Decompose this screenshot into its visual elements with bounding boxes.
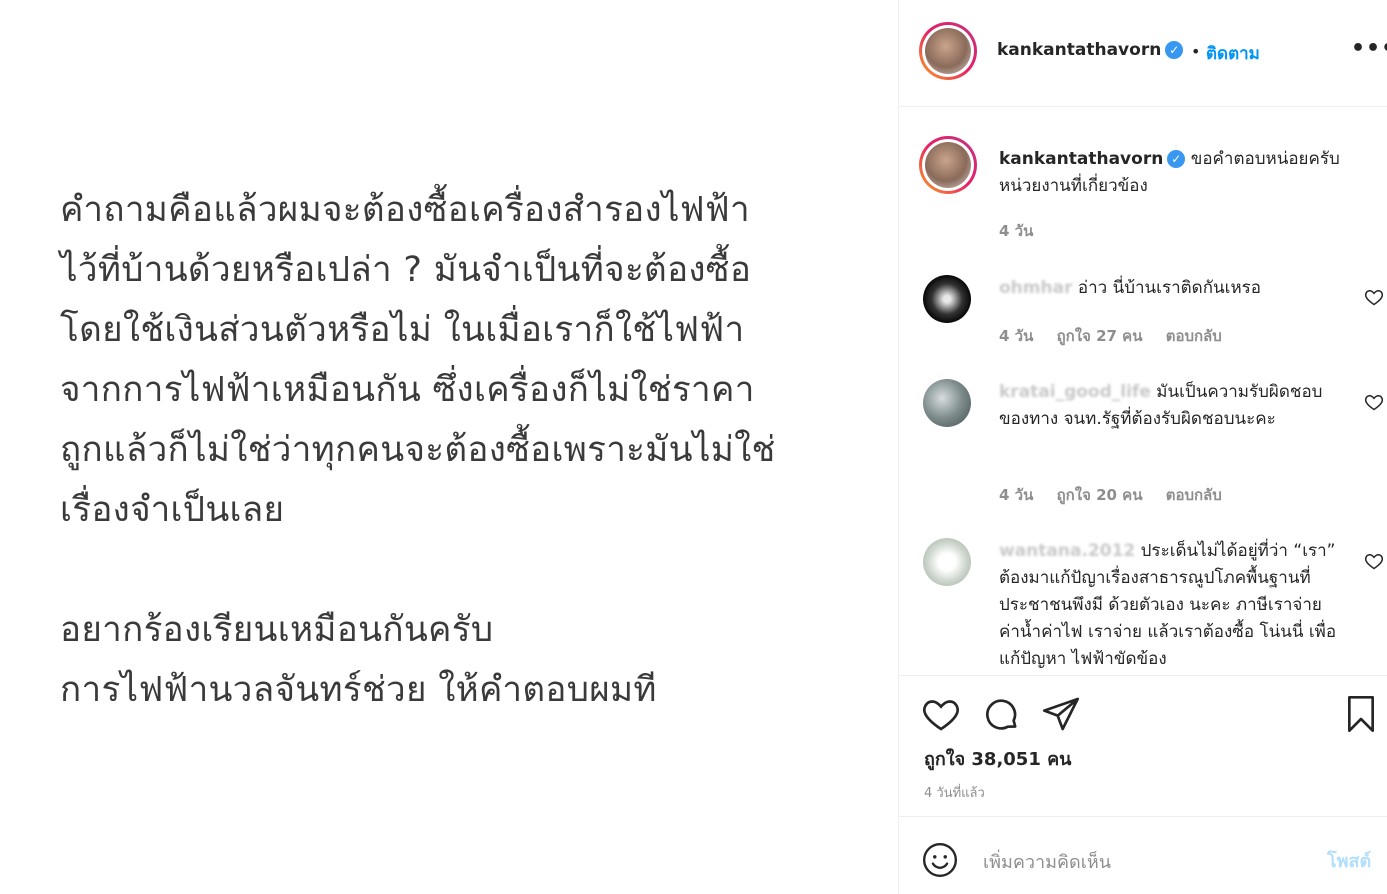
comment-avatar[interactable]: [923, 275, 971, 323]
comment-input[interactable]: เพิ่มความคิดเห็น: [983, 847, 1111, 876]
share-icon[interactable]: [1041, 694, 1081, 734]
comment-text: อ่าว นี่บ้านเราติดกันเหรอ: [1077, 278, 1261, 298]
comment: kratai_good_life มันเป็นความรับผิดชอบ ขอ…: [999, 379, 1344, 433]
like-comment-icon[interactable]: [1364, 287, 1384, 307]
post-timestamp[interactable]: 4 วันที่แล้ว: [924, 782, 985, 803]
reply-button[interactable]: ตอบกลับ: [1166, 486, 1222, 504]
post-line: โดยใช้เงินส่วนตัวหรือไม่ ในเมื่อเราก็ใช้…: [60, 310, 745, 350]
more-icon[interactable]: •••: [1351, 36, 1387, 61]
like-icon[interactable]: [921, 694, 961, 734]
username-text[interactable]: kankantathavorn: [997, 40, 1161, 60]
comment-username[interactable]: wantana.2012: [999, 541, 1135, 561]
post-image: คำถามคือแล้วผมจะต้องซื้อเครื่องสำรองไฟฟ้…: [0, 0, 898, 894]
like-comment-icon[interactable]: [1364, 392, 1384, 412]
comment: ohmhar อ่าว นี่บ้านเราติดกันเหรอ: [999, 275, 1344, 302]
post-line: ถูกแล้วก็ไม่ใช่ว่าทุกคนจะต้องซื้อเพราะมั…: [60, 430, 776, 470]
post-line: เรื่องจำเป็นเลย: [60, 490, 285, 530]
comment-time[interactable]: 4 วัน: [999, 327, 1033, 345]
verified-icon: ✓: [1167, 150, 1186, 168]
post-side-panel: kankantathavorn✓ • ติดตาม ••• kankantath…: [898, 0, 1387, 894]
separator-dot: •: [1191, 42, 1201, 61]
comment-likes[interactable]: ถูกใจ 20 คน: [1057, 486, 1143, 504]
comment-avatar[interactable]: [923, 379, 971, 427]
post-comment-button[interactable]: โพสต์: [1327, 846, 1371, 875]
add-comment-bar: เพิ่มความคิดเห็น โพสต์: [899, 816, 1387, 894]
caption-meta: 4 วัน: [999, 219, 1051, 243]
post-actions: ถูกใจ 38,051 คน 4 วันที่แล้ว: [899, 675, 1387, 816]
save-bookmark-icon[interactable]: [1341, 694, 1381, 734]
like-comment-icon[interactable]: [1364, 551, 1384, 571]
reply-button[interactable]: ตอบกลับ: [1166, 327, 1222, 345]
likes-count[interactable]: ถูกใจ 38,051 คน: [924, 744, 1071, 773]
post-header: kankantathavorn✓ • ติดตาม •••: [899, 0, 1387, 107]
verified-icon: ✓: [1165, 41, 1184, 59]
caption-avatar[interactable]: [919, 136, 977, 194]
post-line: คำถามคือแล้วผมจะต้องซื้อเครื่องสำรองไฟฟ้…: [60, 190, 750, 230]
comment-meta: 4 วัน ถูกใจ 20 คน ตอบกลับ: [999, 483, 1240, 507]
post-line: จากการไฟฟ้าเหมือนกัน ซึ่งเครื่องก็ไม่ใช่…: [60, 370, 755, 410]
post-line: ไว้ที่บ้านด้วยหรือเปล่า ? มันจำเป็นที่จะ…: [60, 250, 752, 290]
comments-list[interactable]: kankantathavorn ✓ ขอคำตอบหน่อยครับ หน่วยง…: [899, 107, 1387, 675]
caption-time[interactable]: 4 วัน: [999, 222, 1033, 240]
comment: wantana.2012 ประเด็นไม่ได้อยู่ที่ว่า “เร…: [999, 538, 1344, 673]
comment-likes[interactable]: ถูกใจ 27 คน: [1057, 327, 1143, 345]
post-line: อยากร้องเรียนเหมือนกันครับ: [60, 610, 494, 650]
post-line: การไฟฟ้านวลจันทร์ช่วย ให้คำตอบผมที: [60, 670, 657, 710]
header-username[interactable]: kankantathavorn ✓: [997, 40, 1184, 60]
comment-time[interactable]: 4 วัน: [999, 486, 1033, 504]
comment-meta: 4 วัน ถูกใจ 27 คน ตอบกลับ: [999, 324, 1240, 348]
caption: kankantathavorn ✓ ขอคำตอบหน่อยครับ หน่วยง…: [999, 146, 1374, 200]
follow-button[interactable]: ติดตาม: [1206, 40, 1260, 67]
emoji-icon[interactable]: [921, 841, 959, 879]
caption-username[interactable]: kankantathavorn: [999, 149, 1163, 169]
post-image-text: คำถามคือแล้วผมจะต้องซื้อเครื่องสำรองไฟฟ้…: [60, 180, 880, 720]
comment-username[interactable]: ohmhar: [999, 278, 1072, 298]
comment-username[interactable]: kratai_good_life: [999, 382, 1151, 402]
comment-avatar[interactable]: [923, 538, 971, 586]
comment-icon[interactable]: [981, 694, 1021, 734]
avatar[interactable]: [919, 22, 977, 80]
